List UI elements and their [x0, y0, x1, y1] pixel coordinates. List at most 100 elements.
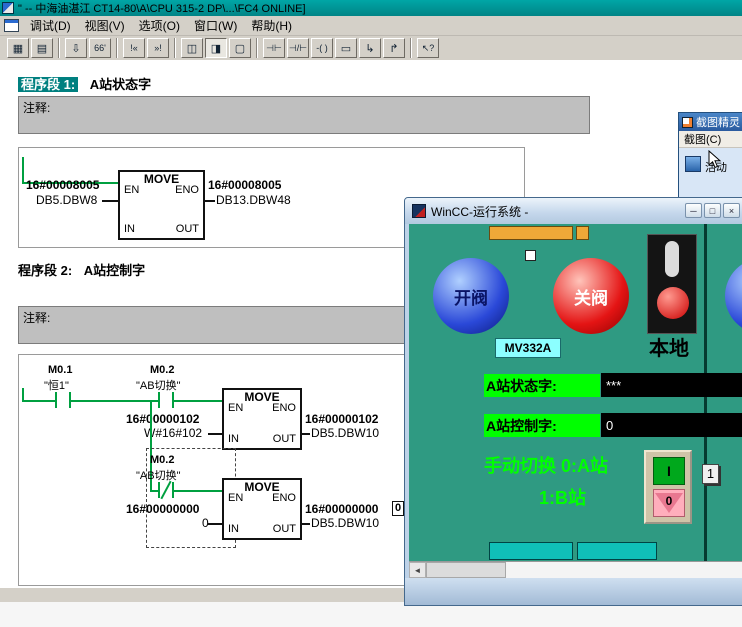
move-block-1[interactable]: MOVE EN ENO IN OUT [118, 170, 205, 240]
network1-header: 程序段 1: A站状态字 [18, 74, 151, 93]
operand-address[interactable]: DB5.DBW10 [311, 426, 379, 440]
local-label: 本地 [649, 338, 689, 360]
move-block-3[interactable]: MOVE EN ENO IN OUT [222, 478, 302, 540]
snip-titlebar[interactable]: 截图精灵 [679, 113, 742, 131]
toolbar-separator [410, 38, 412, 58]
operand-address[interactable]: DB13.DBW48 [216, 193, 291, 207]
contact-nc-1[interactable] [172, 482, 174, 498]
out-pin: OUT [175, 223, 199, 235]
selection-button[interactable]: ▢ [229, 38, 251, 58]
toolbar-separator [256, 38, 258, 58]
download-button[interactable]: ⇩ [65, 38, 87, 58]
snip-menu-label: 截图(C) [684, 134, 722, 146]
close-branch-button[interactable]: ↱ [383, 38, 405, 58]
operand-wire [102, 200, 118, 202]
step7-app-window: " -- 中海油湛江 CT14-80\A\CPU 315-2 DP\...\FC… [0, 0, 742, 627]
status-word-label: A站状态字: [484, 374, 600, 397]
network1-title[interactable]: A站状态字 [90, 77, 151, 92]
contact-address[interactable]: M0.2 [150, 364, 174, 376]
network1-label[interactable]: 程序段 1: [18, 77, 79, 92]
control-word-value: 0 [601, 413, 742, 437]
menu-window[interactable]: 窗口(W) [187, 15, 244, 36]
scroll-left-button[interactable]: ◄ [409, 562, 426, 578]
in-pin: IN [124, 223, 135, 235]
toggle-on-position[interactable]: I [653, 457, 685, 485]
open-valve-button-2[interactable]: 开阀 [725, 258, 742, 334]
indicator-panel [647, 234, 697, 334]
in-pin: IN [228, 433, 239, 445]
wincc-title: WinCC-运行系统 - [431, 204, 529, 219]
toggle-switch[interactable]: I 0 [644, 450, 692, 524]
goto-next-button[interactable]: »! [147, 38, 169, 58]
contact-no-2[interactable] [158, 392, 160, 408]
menu-help[interactable]: 帮助(H) [244, 15, 299, 36]
catalog-button[interactable]: ▦ [7, 38, 29, 58]
comment-label: 注释: [23, 311, 51, 325]
move-block-2[interactable]: MOVE EN ENO IN OUT [222, 388, 302, 450]
contact-no-1[interactable] [69, 392, 71, 408]
snip-menu-capture[interactable]: 截图(C) [679, 131, 742, 148]
in-pin: IN [228, 523, 239, 535]
manual-switch-text-2: 1:B站 [539, 488, 587, 508]
wincc-runtime-window[interactable]: WinCC-运行系统 - ─ □ × 开阀 关阀 开阀 [404, 197, 742, 606]
network2-title[interactable]: A站控制字 [84, 263, 145, 278]
edit-cursor-value: 0 [392, 501, 404, 516]
out-pin: OUT [272, 433, 296, 445]
overview-button[interactable]: ◫ [181, 38, 203, 58]
operand-address[interactable]: DB5.DBW8 [36, 193, 97, 207]
hmi-canvas: 开阀 关阀 开阀 MV332A 本地 A站状态字: *** A站控制字: 0 手… [409, 224, 742, 578]
contact-symbol: "恒1" [44, 380, 69, 392]
contact-nc-button[interactable]: ⊣/⊢ [287, 38, 309, 58]
contact-address[interactable]: M0.1 [48, 364, 72, 376]
cyan-box [577, 542, 657, 560]
mdi-child-icon[interactable] [4, 19, 19, 32]
en-pin: EN [228, 492, 244, 504]
hmi-hscrollbar[interactable]: ◄ [409, 561, 742, 578]
out-pin: OUT [272, 523, 296, 535]
close-button[interactable]: × [723, 203, 740, 218]
network1-comment-box[interactable]: 注释: [18, 96, 590, 134]
menu-view[interactable]: 视图(V) [78, 15, 132, 36]
contact-no-2[interactable] [172, 392, 174, 408]
monitor-value: 16#00000102 [126, 412, 200, 426]
split-window-button[interactable]: ◨ [205, 38, 227, 58]
maximize-button[interactable]: □ [704, 203, 721, 218]
en-pin: EN [124, 184, 140, 196]
contact-no-button[interactable]: ⊣⊢ [263, 38, 285, 58]
comment-label: 注释: [23, 101, 51, 115]
monitor-glasses-button[interactable]: 66' [89, 38, 111, 58]
empty-box-button[interactable]: ▭ [335, 38, 357, 58]
valve-tag-label: MV332A [495, 338, 561, 358]
snip-capture-icon[interactable] [685, 156, 701, 172]
contact-address[interactable]: M0.2 [150, 454, 174, 466]
open-valve-label: 开阀 [454, 288, 488, 308]
coil-button[interactable]: -( ) [311, 38, 333, 58]
contact-nc-1[interactable] [158, 482, 160, 498]
operand-wire [302, 523, 310, 525]
help-select-button[interactable]: ↖? [417, 38, 439, 58]
contact-no-1[interactable] [55, 392, 57, 408]
scroll-thumb[interactable] [426, 562, 506, 578]
network2-header: 程序段 2: A站控制字 [18, 260, 145, 279]
toggle-off-label: 0 [665, 494, 673, 508]
print-button[interactable]: ▤ [31, 38, 53, 58]
toggle-off-position[interactable]: 0 [653, 489, 685, 517]
goto-prev-button[interactable]: !« [123, 38, 145, 58]
indicator-lamp [657, 287, 689, 319]
control-word-label: A站控制字: [484, 414, 600, 437]
open-valve-button[interactable]: 开阀 [433, 258, 509, 334]
menu-debug[interactable]: 调试(D) [23, 15, 78, 36]
en-pin: EN [228, 402, 244, 414]
lever-handle[interactable] [665, 241, 679, 277]
monitor-value: 16#00008005 [208, 178, 282, 192]
toolbar-separator [116, 38, 118, 58]
network2-label[interactable]: 程序段 2: [18, 263, 72, 278]
close-valve-button[interactable]: 关阀 [553, 258, 629, 334]
checkbox-square[interactable] [525, 250, 536, 261]
operand-address[interactable]: DB5.DBW10 [311, 516, 379, 530]
operand-wire [205, 200, 215, 202]
minimize-button[interactable]: ─ [685, 203, 702, 218]
operand-address[interactable]: W#16#102 [144, 426, 202, 440]
open-branch-button[interactable]: ↳ [359, 38, 381, 58]
menu-options[interactable]: 选项(O) [132, 15, 187, 36]
